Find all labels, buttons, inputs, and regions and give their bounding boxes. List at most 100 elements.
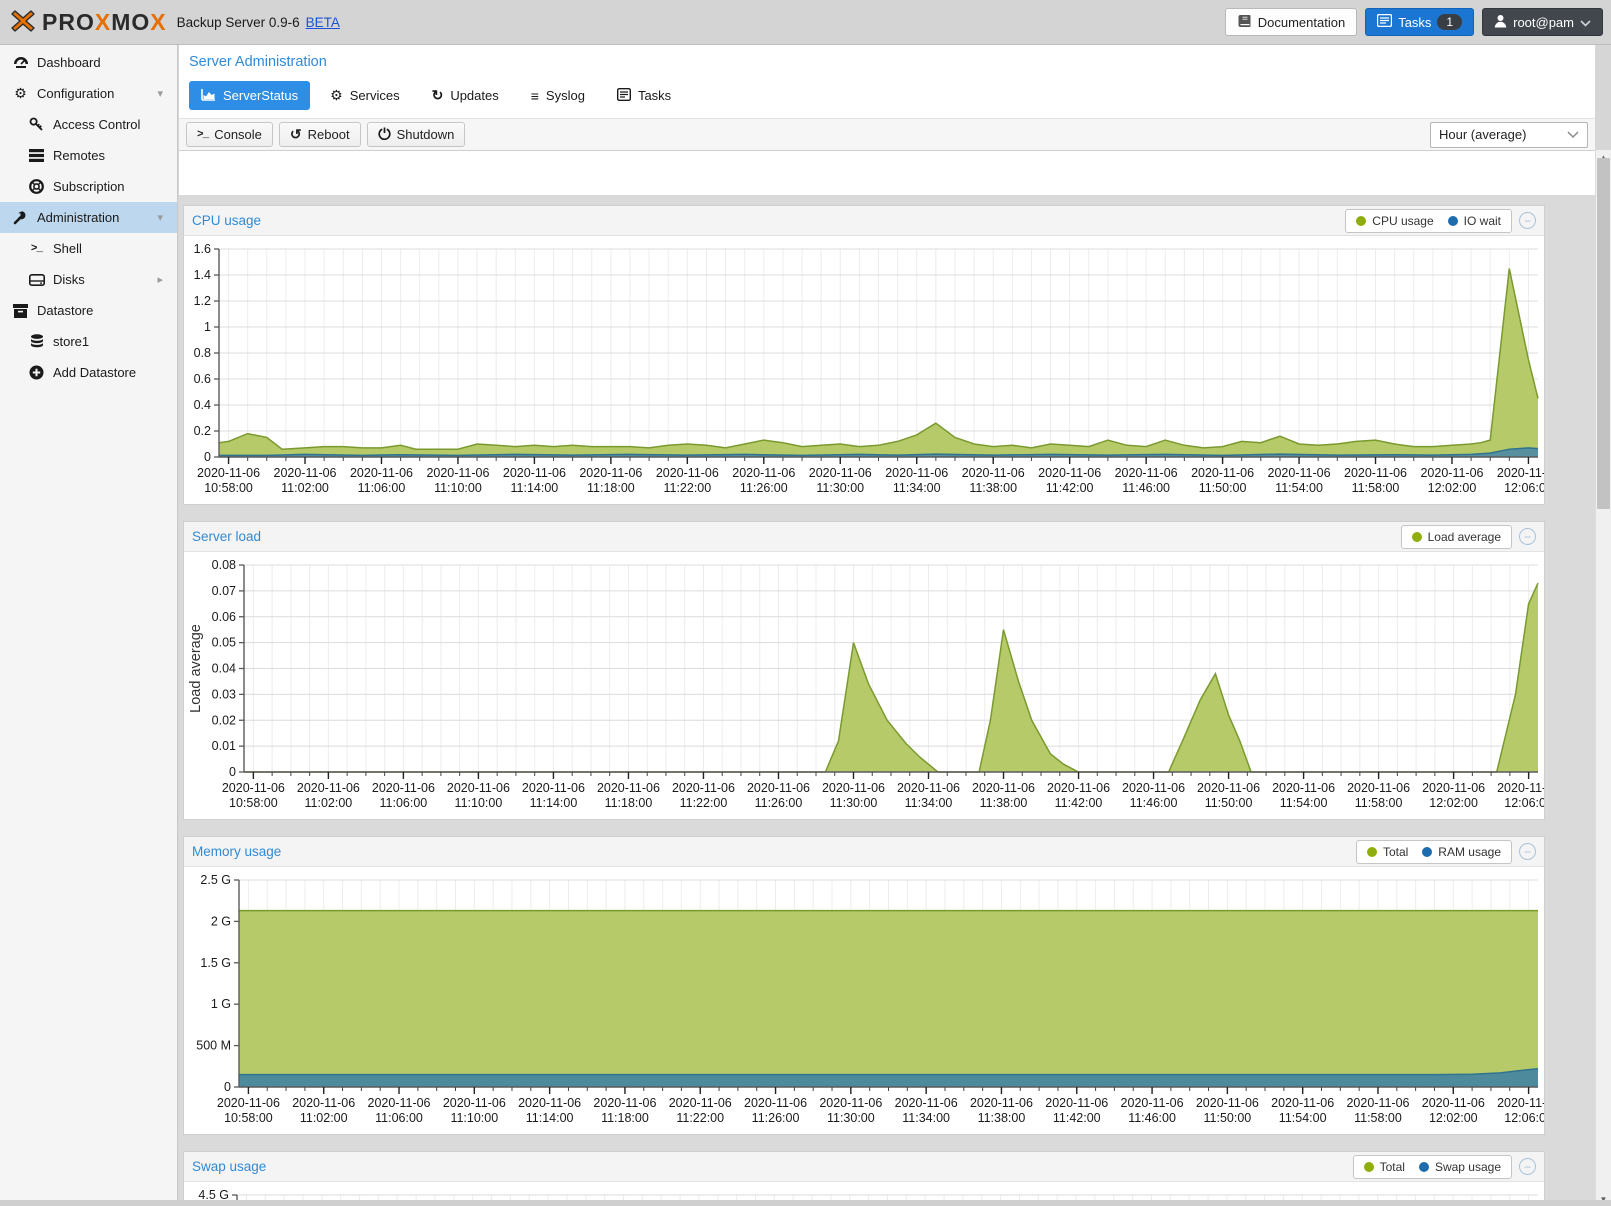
svg-text:2020-11-06: 2020-11-06 — [518, 1096, 581, 1110]
svg-text:2020-11-06: 2020-11-06 — [593, 1096, 656, 1110]
collapse-panel-icon[interactable]: − — [1519, 212, 1536, 229]
legend-item[interactable]: Swap usage — [1419, 1160, 1501, 1174]
vertical-scrollbar[interactable]: ▲ ▼ — [1595, 150, 1611, 1206]
list-icon: ≡ — [531, 88, 539, 104]
sidebar-item-dashboard[interactable]: Dashboard — [0, 47, 177, 78]
reboot-button[interactable]: ↺ Reboot — [279, 122, 361, 147]
svg-text:2020-11-06: 2020-11-06 — [809, 466, 872, 480]
svg-text:0: 0 — [229, 765, 236, 779]
proxmox-backup-app: PROXMOX Backup Server 0.9-6 BETA Documen… — [0, 0, 1611, 1206]
sidebar-item-store1[interactable]: store1 — [0, 326, 177, 357]
svg-text:10:58:00: 10:58:00 — [204, 481, 253, 495]
chevron-down-icon — [1567, 127, 1579, 142]
sidebar-item-remotes[interactable]: Remotes — [0, 140, 177, 171]
sidebar-item-add-datastore[interactable]: Add Datastore — [0, 357, 177, 388]
scrollbar-thumb[interactable] — [1597, 158, 1610, 509]
svg-text:2020-11-06: 2020-11-06 — [1497, 466, 1544, 480]
svg-text:11:34:00: 11:34:00 — [902, 1111, 950, 1125]
svg-text:0.6: 0.6 — [194, 372, 211, 386]
svg-text:2020-11-06: 2020-11-06 — [885, 466, 948, 480]
tasks-button[interactable]: Tasks 1 — [1365, 8, 1474, 36]
task-list-icon — [617, 88, 631, 104]
caret-down-icon[interactable]: ▾ — [157, 211, 163, 224]
tab-updates[interactable]: ↻ Updates — [420, 81, 511, 110]
documentation-button[interactable]: Documentation — [1225, 8, 1357, 36]
svg-text:0.04: 0.04 — [212, 662, 236, 676]
chart-legend: CPU usage IO wait — [1345, 209, 1512, 233]
sidebar-item-shell[interactable]: >_ Shell — [0, 233, 177, 264]
chart-legend: Total Swap usage — [1353, 1155, 1512, 1179]
sidebar-item-disks[interactable]: Disks ▸ — [0, 264, 177, 295]
svg-text:11:50:00: 11:50:00 — [1204, 1111, 1252, 1125]
book-icon — [1237, 14, 1252, 31]
svg-text:0: 0 — [204, 450, 211, 464]
svg-text:0.07: 0.07 — [212, 584, 236, 598]
header-actions: Documentation Tasks 1 — [1225, 8, 1603, 36]
legend-label: Swap usage — [1435, 1160, 1501, 1174]
legend-item[interactable]: Total — [1364, 1160, 1405, 1174]
legend-item[interactable]: Load average — [1412, 530, 1501, 544]
beta-link[interactable]: BETA — [306, 15, 340, 30]
legend-dot-icon — [1367, 847, 1377, 857]
sidebar-item-administration[interactable]: Administration ▾ — [0, 202, 177, 233]
svg-text:11:34:00: 11:34:00 — [893, 481, 941, 495]
svg-text:11:18:00: 11:18:00 — [587, 481, 635, 495]
shutdown-button[interactable]: Shutdown — [367, 122, 466, 147]
collapse-panel-icon[interactable]: − — [1519, 1158, 1536, 1175]
svg-text:2020-11-06: 2020-11-06 — [447, 781, 510, 795]
time-range-select[interactable]: Hour (average) — [1430, 122, 1588, 148]
collapse-panel-icon[interactable]: − — [1519, 843, 1536, 860]
tab-syslog[interactable]: ≡ Syslog — [519, 81, 597, 110]
chart-header: CPU usage CPU usage IO wait − — [184, 206, 1544, 236]
legend-item[interactable]: IO wait — [1448, 214, 1501, 228]
svg-text:2020-11-06: 2020-11-06 — [1122, 781, 1185, 795]
user-menu-button[interactable]: root@pam — [1482, 8, 1603, 36]
console-button[interactable]: >_ Console — [186, 122, 273, 147]
svg-text:2020-11-06: 2020-11-06 — [222, 781, 285, 795]
caret-right-icon[interactable]: ▸ — [157, 273, 163, 286]
sidebar-item-subscription[interactable]: Subscription — [0, 171, 177, 202]
archive-box-icon — [12, 304, 29, 318]
tab-tasks[interactable]: Tasks — [605, 81, 683, 110]
area-chart-icon — [201, 88, 216, 104]
sidebar-item-datastore[interactable]: Datastore — [0, 295, 177, 326]
tab-serverstatus[interactable]: ServerStatus — [189, 81, 310, 110]
svg-text:2020-11-06: 2020-11-06 — [443, 1096, 506, 1110]
legend-dot-icon — [1412, 532, 1422, 542]
svg-text:11:46:00: 11:46:00 — [1128, 1111, 1176, 1125]
sidebar-item-access-control[interactable]: Access Control — [0, 109, 177, 140]
chart-legend: Load average — [1401, 525, 1512, 549]
svg-text:11:42:00: 11:42:00 — [1053, 1111, 1101, 1125]
svg-text:2020-11-06: 2020-11-06 — [1196, 1096, 1259, 1110]
legend-dot-icon — [1419, 1162, 1429, 1172]
svg-text:0.8: 0.8 — [194, 346, 211, 360]
caret-down-icon[interactable]: ▾ — [157, 87, 163, 100]
svg-text:2020-11-06: 2020-11-06 — [1271, 1096, 1334, 1110]
tab-services[interactable]: ⚙ Services — [318, 81, 411, 110]
gears-icon: ⚙ — [330, 87, 343, 104]
svg-text:11:46:00: 11:46:00 — [1122, 481, 1170, 495]
svg-text:11:22:00: 11:22:00 — [680, 796, 728, 810]
legend-item[interactable]: CPU usage — [1356, 214, 1433, 228]
svg-text:12:02:00: 12:02:00 — [1429, 1111, 1478, 1125]
svg-text:11:10:00: 11:10:00 — [455, 796, 503, 810]
svg-text:2020-11-06: 2020-11-06 — [1115, 466, 1178, 480]
legend-item[interactable]: Total — [1367, 845, 1408, 859]
svg-text:2020-11-06: 2020-11-06 — [217, 1096, 280, 1110]
chart-header: Swap usage Total Swap usage − — [184, 1152, 1544, 1182]
legend-dot-icon — [1364, 1162, 1374, 1172]
key-icon — [28, 117, 45, 132]
legend-item[interactable]: RAM usage — [1422, 845, 1501, 859]
svg-text:2020-11-06: 2020-11-06 — [972, 781, 1035, 795]
svg-text:12:02:00: 12:02:00 — [1428, 481, 1477, 495]
svg-text:2020-11-06: 2020-11-06 — [897, 781, 960, 795]
svg-text:12:06:00: 12:06:00 — [1504, 481, 1544, 495]
app-subtitle: Backup Server 0.9-6 — [177, 15, 300, 30]
svg-text:0.2: 0.2 — [194, 424, 211, 438]
sidebar-item-configuration[interactable]: ⚙ Configuration ▾ — [0, 78, 177, 109]
svg-text:11:54:00: 11:54:00 — [1279, 1111, 1327, 1125]
svg-text:2020-11-06: 2020-11-06 — [672, 781, 735, 795]
wrench-icon — [12, 210, 29, 225]
collapse-panel-icon[interactable]: − — [1519, 528, 1536, 545]
svg-text:2020-11-06: 2020-11-06 — [747, 781, 810, 795]
